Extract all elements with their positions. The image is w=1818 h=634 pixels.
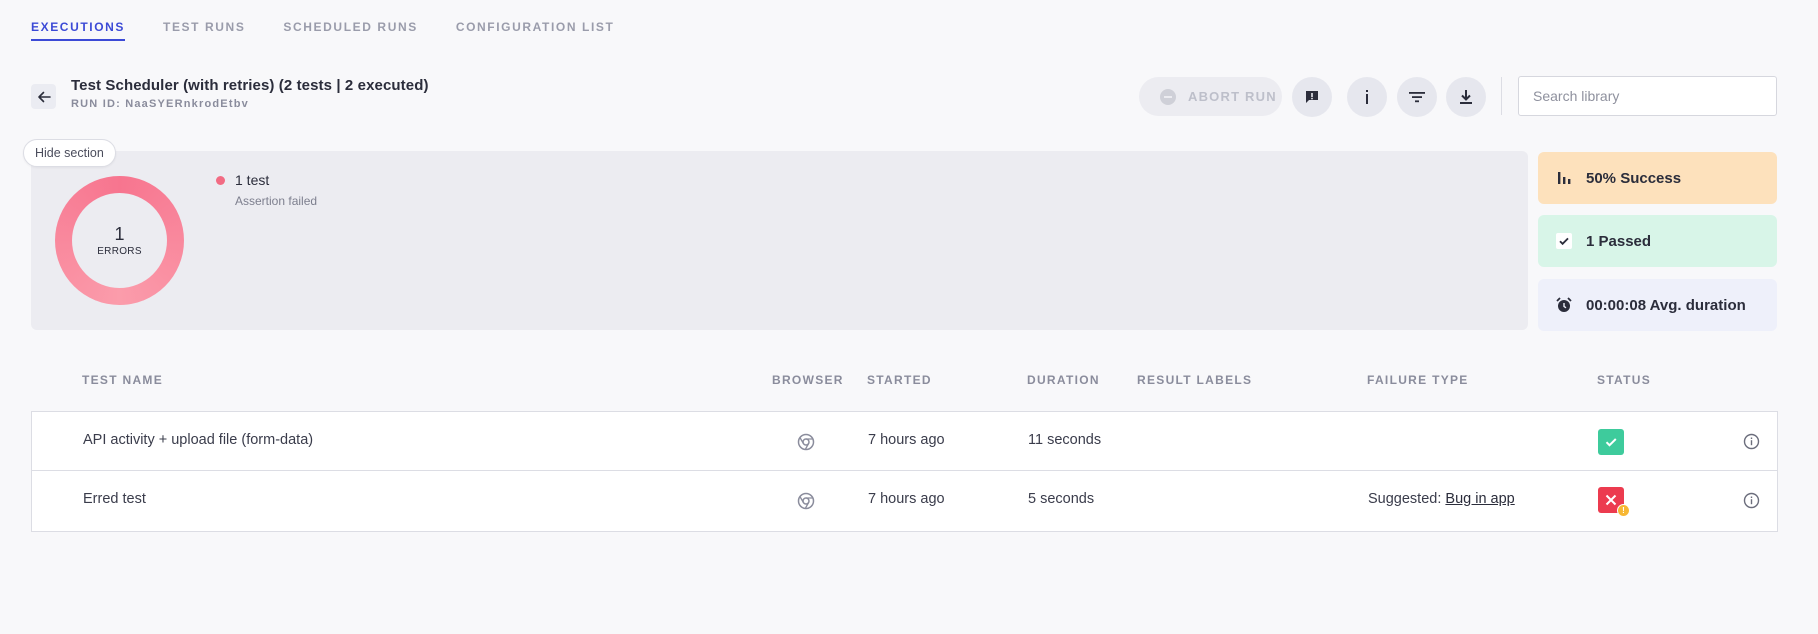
filter-button[interactable] xyxy=(1397,77,1437,117)
passed-card: 1 Passed xyxy=(1538,215,1777,267)
col-header-failure-type: FAILURE TYPE xyxy=(1367,373,1469,387)
tab-scheduled-runs[interactable]: SCHEDULED RUNS xyxy=(283,20,417,41)
warning-icon: ! xyxy=(1617,504,1630,517)
download-button[interactable] xyxy=(1446,77,1486,117)
search-input[interactable] xyxy=(1518,76,1777,116)
started-time: 7 hours ago xyxy=(868,432,945,448)
col-header-status: STATUS xyxy=(1597,373,1652,387)
avg-duration-text: 00:00:08 Avg. duration xyxy=(1586,296,1746,314)
alarm-clock-icon xyxy=(1554,295,1574,315)
tab-configuration-list[interactable]: CONFIGURATION LIST xyxy=(456,20,615,41)
errors-count: 1 xyxy=(114,224,125,244)
passed-text: 1 Passed xyxy=(1586,232,1652,250)
started-time: 7 hours ago xyxy=(868,491,945,507)
duration-value: 11 seconds xyxy=(1028,432,1102,448)
info-icon xyxy=(1366,90,1368,104)
col-header-result-labels: RESULT LABELS xyxy=(1137,373,1253,387)
legend-dot xyxy=(216,176,225,185)
run-id: RUN ID: NaaSYERnkrodEtbv xyxy=(71,98,249,110)
legend-title: 1 test xyxy=(235,172,270,188)
info-button[interactable] xyxy=(1347,77,1387,117)
toolbar-divider xyxy=(1501,77,1502,115)
feedback-button[interactable] xyxy=(1292,77,1332,117)
filter-icon xyxy=(1409,92,1425,103)
close-icon xyxy=(1605,494,1617,506)
tab-executions[interactable]: EXECUTIONS xyxy=(31,20,126,41)
abort-run-button[interactable]: ABORT RUN xyxy=(1139,77,1282,116)
failure-type-link[interactable]: Bug in app xyxy=(1445,491,1514,507)
bar-chart-icon xyxy=(1554,168,1574,188)
checkbox-icon xyxy=(1554,231,1574,251)
arrow-left-icon xyxy=(37,91,51,102)
col-header-started: STARTED xyxy=(867,373,932,387)
errors-label: ERRORS xyxy=(97,246,142,257)
test-name[interactable]: API activity + upload file (form-data) xyxy=(83,432,313,448)
donut-center: 1 ERRORS xyxy=(72,193,167,288)
failure-type-prefix: Suggested: xyxy=(1368,491,1446,507)
chrome-icon xyxy=(797,433,815,451)
row-info-icon[interactable] xyxy=(1743,433,1760,450)
abort-run-label: ABORT RUN xyxy=(1188,89,1277,104)
table-row[interactable]: Erred test 7 hours ago 5 seconds Suggest… xyxy=(31,471,1778,532)
check-icon xyxy=(1605,438,1617,447)
hide-section-button[interactable]: Hide section xyxy=(23,139,116,167)
status-passed-badge xyxy=(1598,429,1624,455)
col-header-browser: BROWSER xyxy=(772,373,844,387)
errors-donut-chart: 1 ERRORS xyxy=(55,176,184,305)
success-rate-text: 50% Success xyxy=(1586,169,1682,187)
page-title: Test Scheduler (with retries) (2 tests |… xyxy=(71,77,429,94)
comment-alert-icon xyxy=(1306,91,1318,103)
top-tabs: EXECUTIONS TEST RUNS SCHEDULED RUNS CONF… xyxy=(31,20,614,41)
duration-value: 5 seconds xyxy=(1028,491,1095,507)
test-name[interactable]: Erred test xyxy=(83,491,146,507)
chrome-icon xyxy=(797,492,815,510)
col-header-test-name: TEST NAME xyxy=(82,373,164,387)
success-rate-card: 50% Success xyxy=(1538,152,1777,204)
download-icon xyxy=(1460,90,1472,104)
legend-subtitle: Assertion failed xyxy=(235,194,318,208)
stop-icon xyxy=(1160,88,1176,105)
back-button[interactable] xyxy=(31,84,56,109)
row-info-icon[interactable] xyxy=(1743,492,1760,509)
tab-test-runs[interactable]: TEST RUNS xyxy=(163,20,245,41)
table-row[interactable]: API activity + upload file (form-data) 7… xyxy=(31,411,1778,471)
failure-type: Suggested: Bug in app xyxy=(1368,491,1515,507)
col-header-duration: DURATION xyxy=(1027,373,1100,387)
avg-duration-card: 00:00:08 Avg. duration xyxy=(1538,279,1777,331)
